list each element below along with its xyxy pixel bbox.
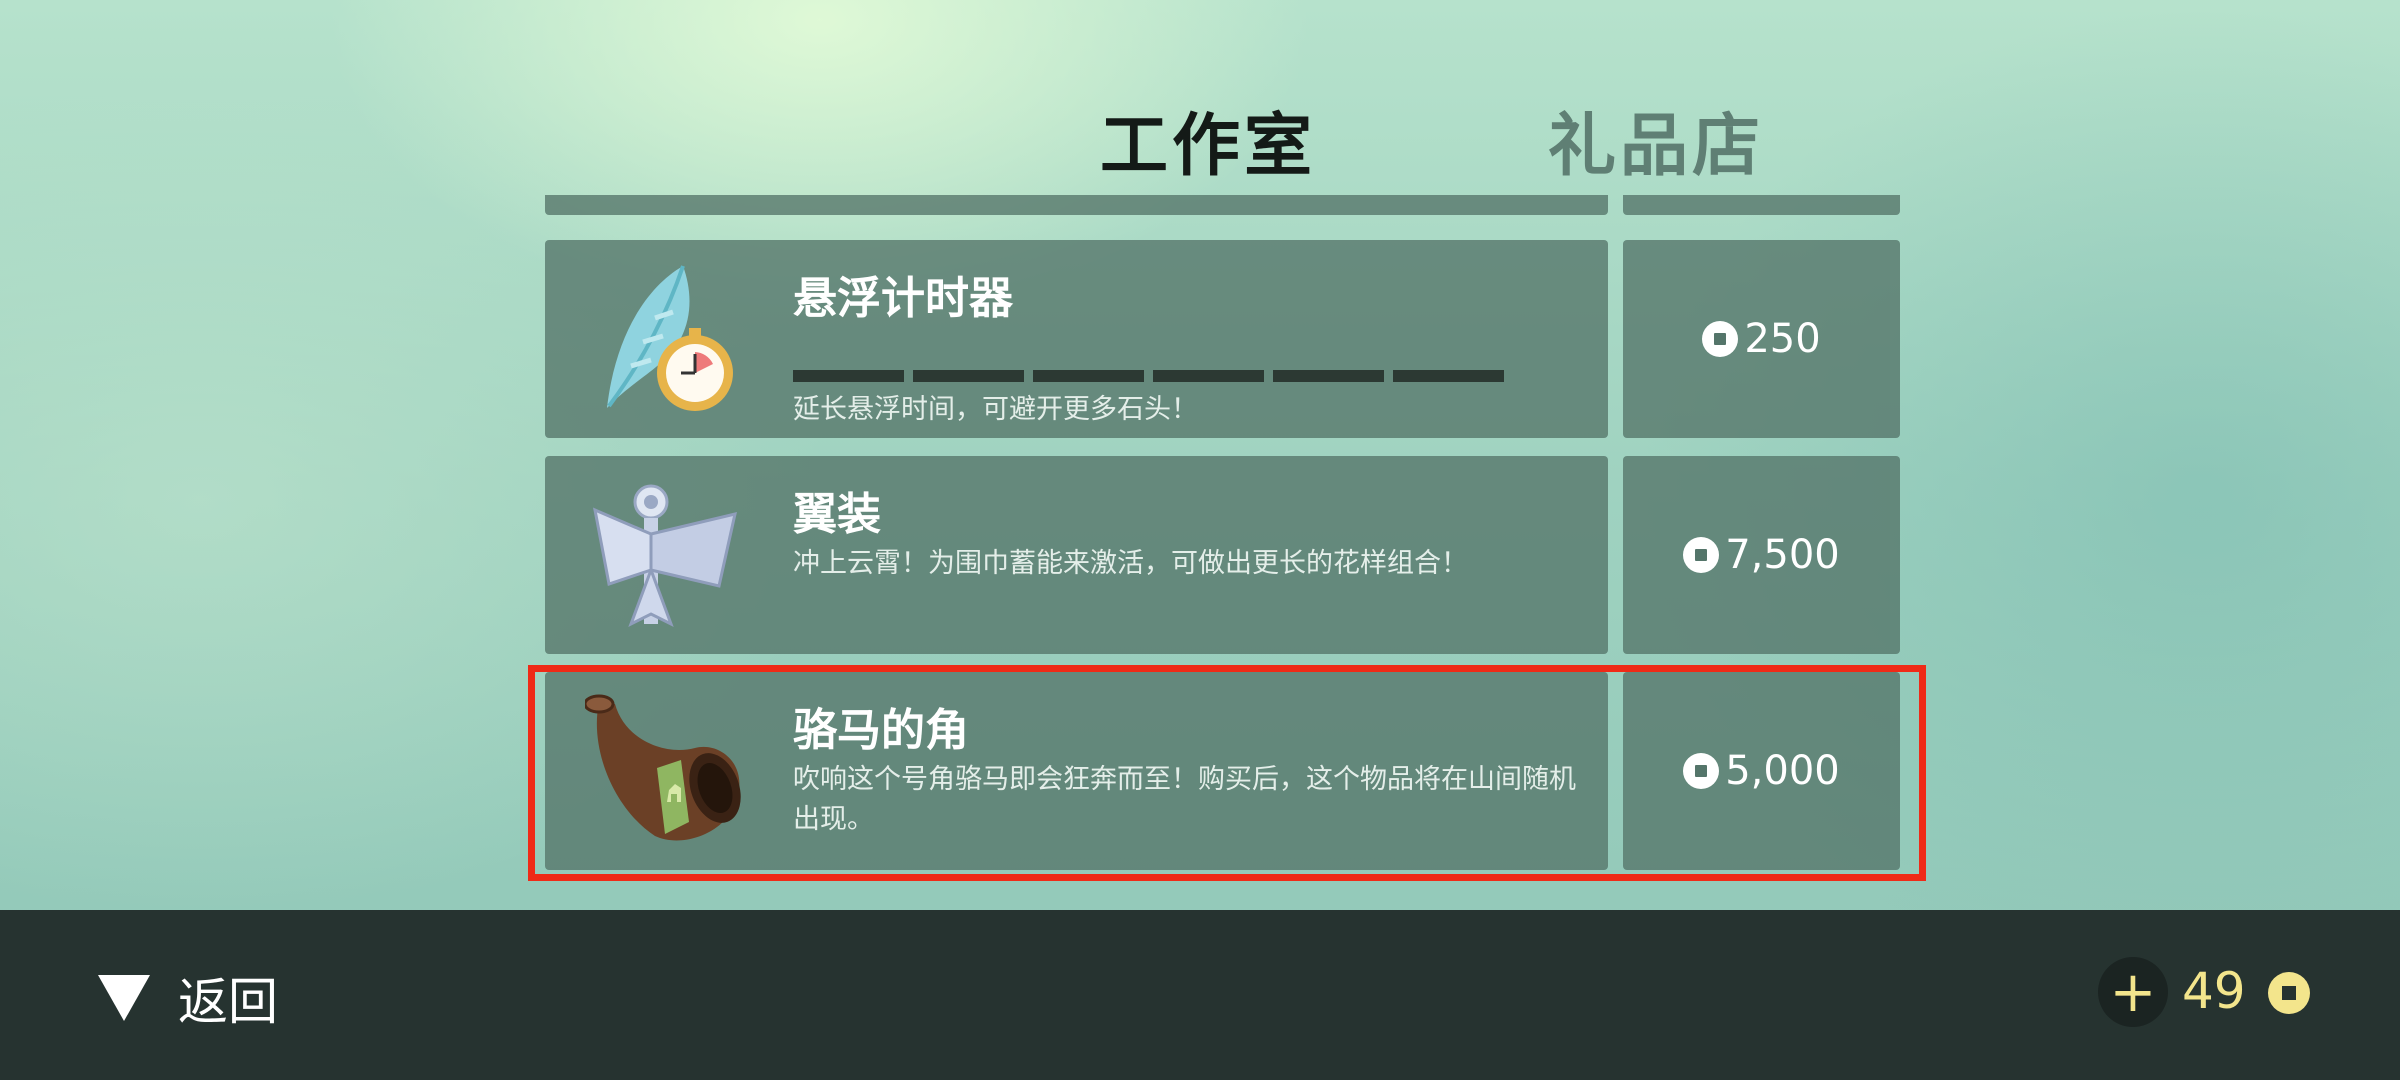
item-description: 延长悬浮时间，可避开更多石头！ (793, 394, 1198, 425)
price-button[interactable]: 7,500 (1623, 456, 1900, 654)
upgrade-segment (1393, 370, 1504, 382)
back-button[interactable]: 返回 (98, 962, 278, 1034)
list-item[interactable]: 悬浮计时器 延长悬浮时间，可避开更多石头！ 250 (545, 240, 1900, 438)
item-card-wingsuit[interactable]: 翼装 冲上云霄！为围巾蓄能来激活，可做出更长的花样组合！ (545, 456, 1608, 654)
price-value: 250 (1744, 316, 1821, 362)
tab-bar: 工作室 礼品店 (0, 90, 2400, 190)
item-title: 悬浮计时器 (793, 273, 1013, 324)
coin-icon (1702, 321, 1739, 357)
item-title: 翼装 (793, 489, 881, 540)
upgrade-segment (1033, 370, 1144, 382)
price-button[interactable]: 250 (1623, 240, 1900, 438)
upgrade-segment (1273, 370, 1384, 382)
tab-gift-shop[interactable]: 礼品店 (1548, 90, 1764, 189)
tab-workshop[interactable]: 工作室 (1100, 90, 1316, 189)
wingsuit-icon (593, 484, 737, 628)
coin-icon (1683, 537, 1720, 573)
upgrade-segment (913, 370, 1024, 382)
add-coins-button[interactable]: + (2098, 957, 2168, 1027)
feather-stopwatch-icon (607, 265, 733, 411)
price-box[interactable] (1623, 195, 1900, 215)
bottom-bar: 返回 + 49 (0, 910, 2400, 1080)
coin-balance: 49 (2182, 962, 2246, 1020)
item-card-hover-timer[interactable]: 悬浮计时器 延长悬浮时间，可避开更多石头！ (545, 240, 1608, 438)
upgrade-progress-bar (793, 370, 1504, 382)
coin-icon (2268, 972, 2310, 1014)
back-label: 返回 (178, 973, 278, 1031)
list-item[interactable]: 翼装 冲上云霄！为围巾蓄能来激活，可做出更长的花样组合！ 7,500 (545, 456, 1900, 654)
upgrade-segment (793, 370, 904, 382)
selection-highlight (528, 665, 1926, 881)
upgrade-segment (1153, 370, 1264, 382)
item-card[interactable] (545, 195, 1608, 215)
item-description: 冲上云霄！为围巾蓄能来激活，可做出更长的花样组合！ (793, 548, 1468, 579)
list-item-partial[interactable] (545, 195, 1900, 215)
back-triangle-icon (98, 975, 150, 1021)
price-value: 7,500 (1725, 532, 1840, 578)
